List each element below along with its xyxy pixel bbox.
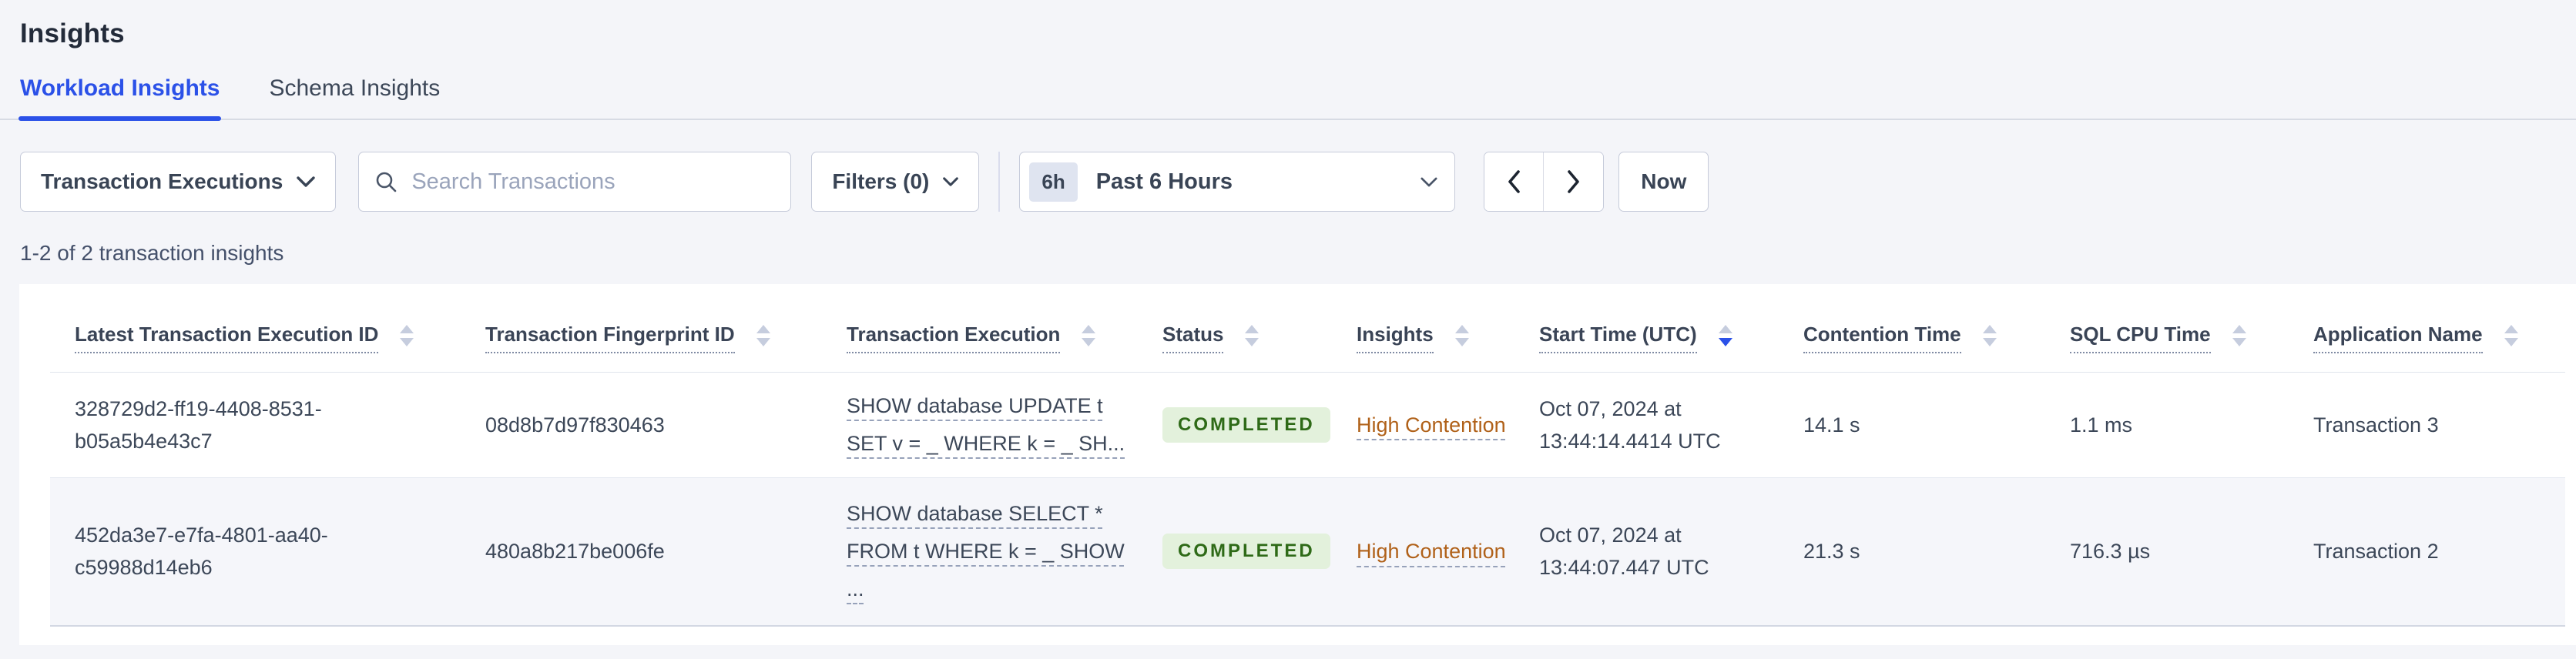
cell-transaction-execution: SHOW database SELECT * FROM t WHERE k = … bbox=[847, 477, 1162, 626]
chevron-down-icon bbox=[943, 177, 959, 186]
column-header-fingerprint-id[interactable]: Transaction Fingerprint ID bbox=[485, 292, 847, 373]
sort-icon[interactable] bbox=[1454, 325, 1469, 347]
transaction-execution-link[interactable]: SHOW database SELECT * FROM t WHERE k = … bbox=[847, 495, 1125, 608]
time-range-label: Past 6 Hours bbox=[1095, 169, 1233, 194]
transaction-insights-table: Latest Transaction Execution ID Transact… bbox=[50, 292, 2565, 627]
cell-insights: High Contention bbox=[1357, 477, 1539, 626]
cell-status: COMPLETED bbox=[1162, 372, 1357, 477]
cell-transaction-execution: SHOW database UPDATE t SET v = _ WHERE k… bbox=[847, 372, 1162, 477]
time-prev-button[interactable] bbox=[1484, 152, 1545, 211]
tab-bar: Workload Insights Schema Insights bbox=[0, 75, 2576, 121]
sort-icon[interactable] bbox=[2504, 325, 2518, 347]
cell-fingerprint-id: 480a8b217be006fe bbox=[485, 540, 665, 564]
chevron-down-icon bbox=[1420, 177, 1437, 186]
sort-icon[interactable] bbox=[400, 325, 414, 347]
column-header-transaction-execution[interactable]: Transaction Execution bbox=[847, 292, 1162, 373]
filters-button-label: Filters (0) bbox=[832, 169, 930, 193]
cell-insights: High Contention bbox=[1357, 372, 1539, 477]
toolbar: Transaction Executions Filters (0) 6h Pa… bbox=[20, 152, 2576, 212]
chevron-right-icon bbox=[1568, 170, 1579, 193]
time-next-button[interactable] bbox=[1544, 152, 1604, 211]
now-button[interactable]: Now bbox=[1618, 152, 1709, 212]
filters-button[interactable]: Filters (0) bbox=[811, 152, 980, 212]
cell-execution-id: 328729d2-ff19-4408-8531- b05a5b4e43c7 bbox=[75, 396, 322, 453]
execution-type-dropdown-label: Transaction Executions bbox=[41, 169, 283, 193]
toolbar-divider bbox=[998, 152, 1001, 212]
execution-type-dropdown[interactable]: Transaction Executions bbox=[20, 152, 337, 212]
sort-icon[interactable] bbox=[2232, 325, 2246, 347]
chevron-down-icon bbox=[297, 176, 316, 187]
column-header-start-time[interactable]: Start Time (UTC) bbox=[1539, 292, 1803, 373]
tab-workload-insights[interactable]: Workload Insights bbox=[18, 75, 222, 121]
column-header-sql-cpu-time[interactable]: SQL CPU Time bbox=[2070, 292, 2313, 373]
sort-icon-active-desc[interactable] bbox=[1718, 325, 1732, 347]
cell-contention-time: 14.1 s bbox=[1803, 413, 1860, 437]
time-range-picker[interactable]: 6h Past 6 Hours bbox=[1019, 152, 1456, 212]
tab-schema-insights[interactable]: Schema Insights bbox=[269, 75, 440, 119]
cell-start-time: Oct 07, 2024 at 13:44:07.447 UTC bbox=[1539, 524, 1709, 580]
results-summary: 1-2 of 2 transaction insights bbox=[20, 241, 284, 265]
column-header-insights[interactable]: Insights bbox=[1357, 292, 1539, 373]
status-badge: COMPLETED bbox=[1162, 534, 1330, 570]
cell-start-time: Oct 07, 2024 at 13:44:14.4414 UTC bbox=[1539, 396, 1721, 453]
column-header-latest-execution-id[interactable]: Latest Transaction Execution ID bbox=[50, 292, 485, 373]
table-header-row: Latest Transaction Execution ID Transact… bbox=[50, 292, 2565, 373]
cell-status: COMPLETED bbox=[1162, 477, 1357, 626]
cell-contention-time: 21.3 s bbox=[1803, 540, 1860, 564]
column-header-application-name[interactable]: Application Name bbox=[2313, 292, 2565, 373]
cell-sql-cpu-time: 1.1 ms bbox=[2070, 413, 2133, 437]
search-box bbox=[358, 152, 792, 212]
sort-icon[interactable] bbox=[1982, 325, 1997, 347]
status-badge: COMPLETED bbox=[1162, 406, 1330, 443]
cell-fingerprint-id: 08d8b7d97f830463 bbox=[485, 413, 665, 437]
time-step-buttons bbox=[1484, 152, 1605, 212]
insights-table-card: Latest Transaction Execution ID Transact… bbox=[19, 284, 2576, 645]
search-input[interactable] bbox=[410, 168, 776, 196]
cell-sql-cpu-time: 716.3 µs bbox=[2070, 540, 2151, 564]
time-range-shortcut-badge: 6h bbox=[1029, 162, 1078, 202]
insights-page: Insights Workload Insights Schema Insigh… bbox=[0, 0, 2576, 659]
column-header-contention-time[interactable]: Contention Time bbox=[1803, 292, 2070, 373]
high-contention-link[interactable]: High Contention bbox=[1357, 534, 1506, 569]
transaction-execution-link[interactable]: SHOW database UPDATE t SET v = _ WHERE k… bbox=[847, 387, 1125, 463]
sort-icon[interactable] bbox=[756, 325, 770, 347]
cell-application-name: Transaction 3 bbox=[2313, 413, 2439, 437]
table-row: 328729d2-ff19-4408-8531- b05a5b4e43c7 08… bbox=[50, 372, 2565, 477]
chevron-left-icon bbox=[1508, 170, 1521, 193]
table-row: 452da3e7-e7fa-4801-aa40- c59988d14eb6 48… bbox=[50, 477, 2565, 626]
search-icon bbox=[377, 172, 397, 192]
cell-application-name: Transaction 2 bbox=[2313, 540, 2439, 564]
sort-icon[interactable] bbox=[1082, 325, 1096, 347]
column-header-status[interactable]: Status bbox=[1162, 292, 1357, 373]
page-title: Insights bbox=[20, 18, 125, 49]
cell-execution-id: 452da3e7-e7fa-4801-aa40- c59988d14eb6 bbox=[75, 524, 328, 580]
sort-icon[interactable] bbox=[1245, 325, 1259, 347]
high-contention-link[interactable]: High Contention bbox=[1357, 407, 1506, 443]
